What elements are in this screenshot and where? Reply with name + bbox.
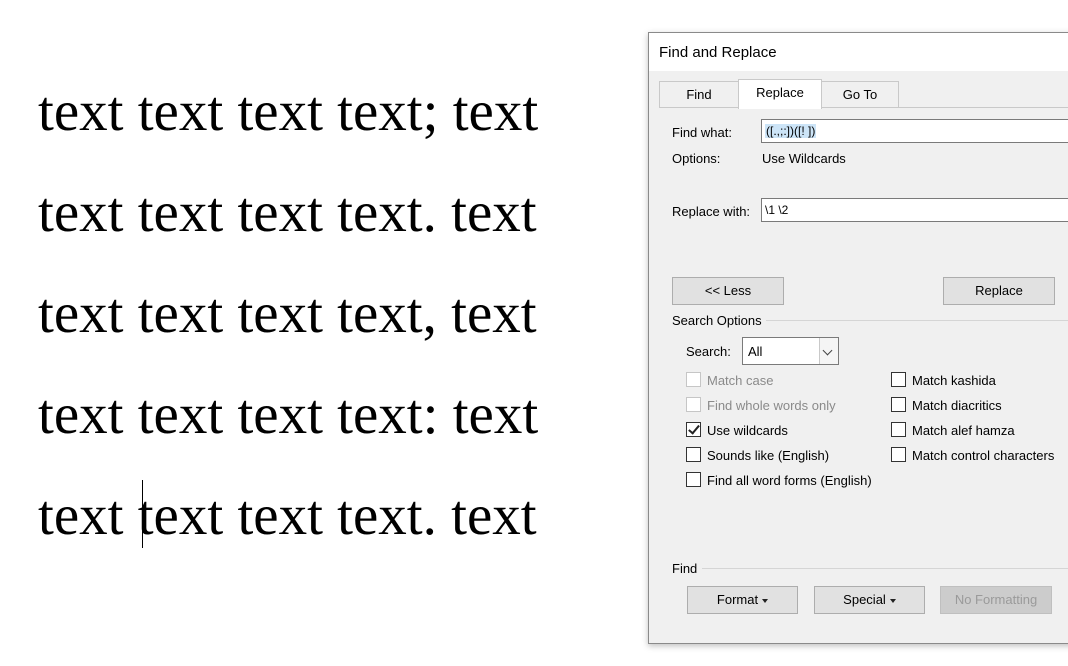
no-formatting-button[interactable]: No Formatting xyxy=(940,586,1052,614)
find-section-divider xyxy=(702,568,1068,569)
chevron-down-icon[interactable] xyxy=(819,338,838,364)
word-forms-label: Find all word forms (English) xyxy=(707,473,872,488)
match-alef-hamza-label: Match alef hamza xyxy=(912,423,1015,438)
document-line: text text text text; text xyxy=(38,80,539,143)
dialog-titlebar[interactable]: Find and Replace xyxy=(649,33,1068,71)
use-wildcards-checkbox[interactable] xyxy=(686,422,701,437)
match-kashida-checkbox[interactable] xyxy=(891,372,906,387)
match-case-checkbox[interactable] xyxy=(686,372,701,387)
text-cursor xyxy=(142,480,143,548)
document-line: text text text text. text xyxy=(38,181,537,244)
sounds-like-checkbox[interactable] xyxy=(686,447,701,462)
tab-replace-label: Replace xyxy=(756,85,804,100)
tab-find[interactable]: Find xyxy=(659,81,739,107)
match-case-label: Match case xyxy=(707,373,774,388)
options-value: Use Wildcards xyxy=(762,151,846,166)
less-button[interactable]: << Less xyxy=(672,277,784,305)
document-line: text text text text. text xyxy=(38,484,537,547)
match-control-chars-checkbox[interactable] xyxy=(891,447,906,462)
dropdown-arrow-icon xyxy=(762,598,769,603)
replace-with-label: Replace with: xyxy=(672,204,751,219)
whole-words-label: Find whole words only xyxy=(707,398,836,413)
no-formatting-button-label: No Formatting xyxy=(954,592,1038,607)
match-control-chars-label: Match control characters xyxy=(912,448,1055,463)
less-button-label: << Less xyxy=(704,283,752,298)
replace-button[interactable]: Replace xyxy=(943,277,1055,305)
find-what-value: ([.,;:])([! ]) xyxy=(765,124,817,138)
find-what-label: Find what: xyxy=(672,125,732,140)
search-direction-select[interactable]: All xyxy=(742,337,839,365)
sounds-like-label: Sounds like (English) xyxy=(707,448,830,463)
tab-go-to-label: Go To xyxy=(842,87,878,102)
search-options-divider xyxy=(766,320,1068,321)
match-kashida-label: Match kashida xyxy=(912,373,996,388)
whole-words-checkbox[interactable] xyxy=(686,397,701,412)
tab-divider xyxy=(659,107,1068,108)
tab-find-label: Find xyxy=(686,87,712,102)
document-line: text text text text: text xyxy=(38,383,539,446)
search-direction-value: All xyxy=(748,344,763,359)
replace-with-input[interactable]: \1 \2 xyxy=(761,198,1068,222)
format-button[interactable]: Format xyxy=(687,586,798,614)
special-button-label: Special xyxy=(843,592,886,607)
special-button[interactable]: Special xyxy=(814,586,925,614)
find-section-heading: Find xyxy=(672,561,698,576)
dropdown-arrow-icon xyxy=(889,598,896,603)
search-options-heading: Search Options xyxy=(672,313,762,328)
dialog-title: Find and Replace xyxy=(659,44,777,61)
replace-button-label: Replace xyxy=(975,283,1023,298)
find-what-input[interactable]: ([.,;:])([! ]) xyxy=(761,119,1068,143)
search-direction-label: Search: xyxy=(686,344,731,359)
use-wildcards-label: Use wildcards xyxy=(707,423,788,438)
document-line: text text text text, text xyxy=(38,282,537,345)
match-diacritics-checkbox[interactable] xyxy=(891,397,906,412)
match-alef-hamza-checkbox[interactable] xyxy=(891,422,906,437)
replace-with-value: \1 \2 xyxy=(765,203,789,217)
format-button-label: Format xyxy=(716,592,759,607)
tab-replace[interactable]: Replace xyxy=(738,79,822,109)
match-diacritics-label: Match diacritics xyxy=(912,398,1002,413)
word-forms-checkbox[interactable] xyxy=(686,472,701,487)
tab-go-to[interactable]: Go To xyxy=(821,81,899,107)
options-label: Options: xyxy=(672,151,721,166)
